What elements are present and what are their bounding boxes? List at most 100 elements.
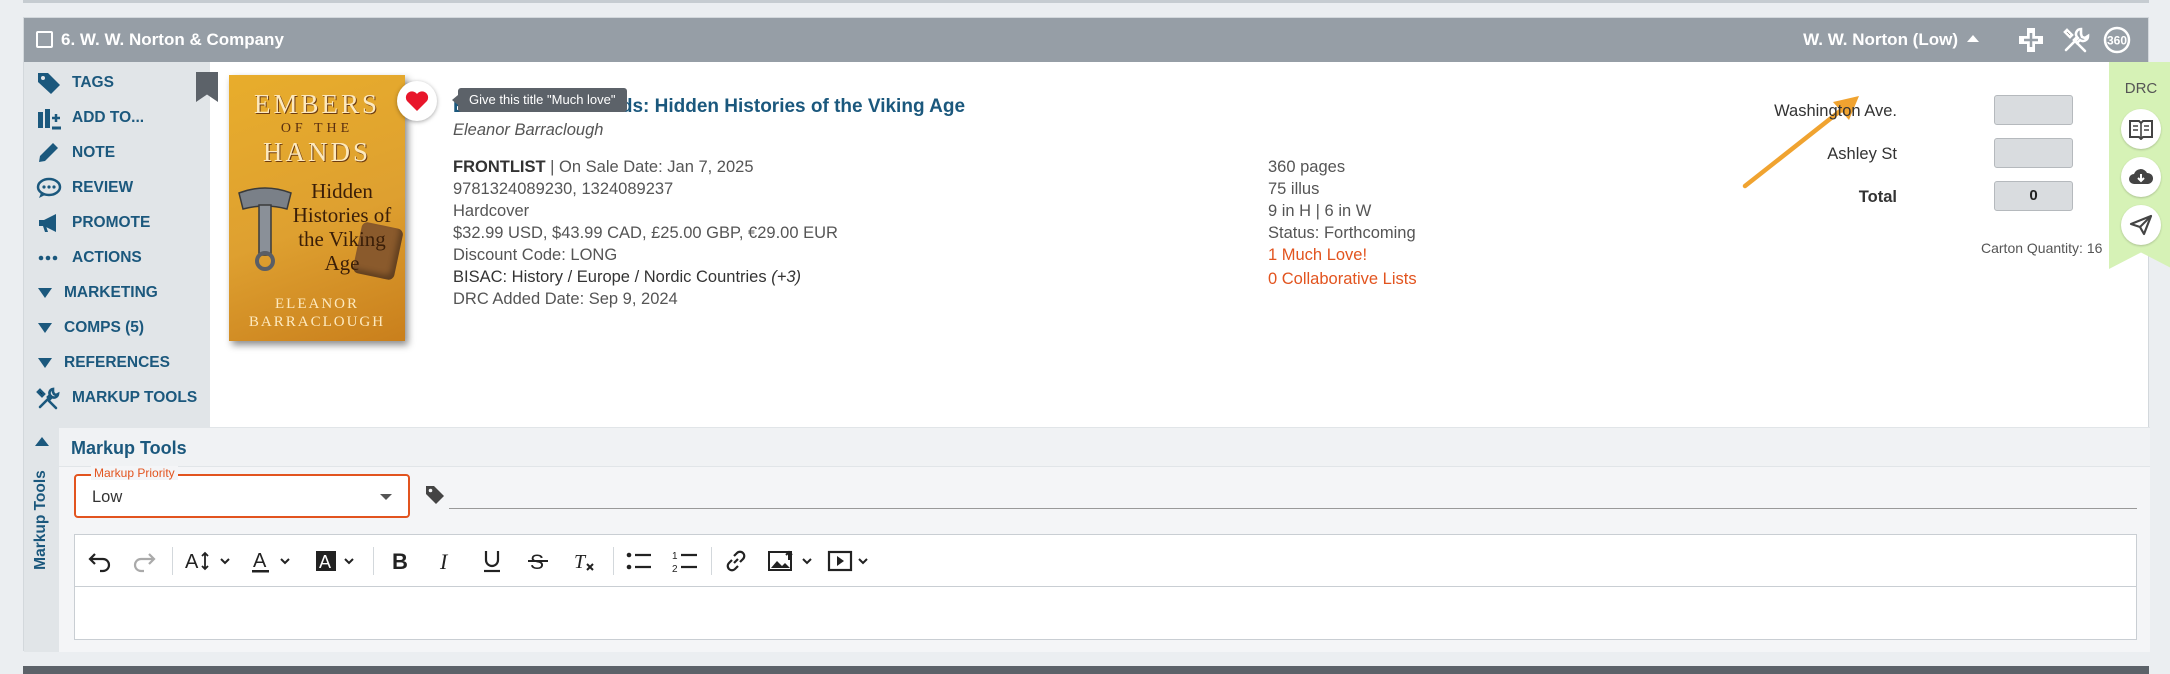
- location-label: Washington Ave.: [1774, 102, 1897, 120]
- book-cover[interactable]: EMBERS OF THE HANDS Hidden Histories of …: [229, 75, 405, 341]
- sidebar-item-label: REFERENCES: [64, 354, 170, 371]
- sidebar-item-comps[interactable]: COMPS (5): [36, 316, 144, 340]
- numbered-list-button[interactable]: 12: [671, 548, 699, 574]
- cover-subtitle: Hidden Histories of the Viking Age: [292, 179, 392, 275]
- sidebar-item-label: REVIEW: [72, 179, 134, 196]
- svg-text:A: A: [319, 552, 331, 572]
- sidebar-item-review[interactable]: REVIEW: [36, 176, 133, 200]
- book-author[interactable]: Eleanor Barraclough: [453, 121, 603, 140]
- sidebar-item-label: TAGS: [72, 74, 114, 91]
- insert-image-button[interactable]: [767, 548, 819, 574]
- drc-label: DRC: [2124, 80, 2158, 97]
- underline-button[interactable]: [479, 548, 505, 574]
- svg-text:A: A: [253, 550, 267, 572]
- sidebar-item-promote[interactable]: PROMOTE: [36, 211, 150, 235]
- markup-priority-select[interactable]: Markup Priority Low: [74, 466, 410, 518]
- sidebar-item-label: PROMOTE: [72, 214, 151, 231]
- dimensions: 9 in H | 6 in W: [1268, 202, 1372, 220]
- next-card-header-edge: [23, 666, 2149, 674]
- sidebar-item-label: NOTE: [72, 144, 116, 161]
- discount-code: Discount Code: LONG: [453, 246, 618, 264]
- strikethrough-icon: S: [528, 551, 548, 574]
- sidebar-item-note[interactable]: NOTE: [36, 141, 115, 165]
- sidebar-item-actions[interactable]: ACTIONS: [36, 246, 142, 270]
- select-checkbox[interactable]: [36, 31, 53, 48]
- redo-button[interactable]: [131, 548, 157, 574]
- link-icon: [726, 550, 746, 572]
- send-drc-button[interactable]: [2121, 205, 2161, 245]
- markup-tags-input[interactable]: [449, 508, 2137, 509]
- clear-format-icon: T: [574, 551, 594, 573]
- pencil-icon: [39, 143, 58, 162]
- markup-tools-header: Markup Tools: [59, 427, 2150, 467]
- sidebar-item-label: COMPS (5): [64, 319, 145, 336]
- font-size-icon: A: [185, 551, 230, 573]
- highlight-color-button[interactable]: A: [315, 548, 361, 574]
- sidebar-item-add-to[interactable]: ADD TO...: [36, 106, 144, 130]
- sidebar-item-references[interactable]: REFERENCES: [36, 351, 170, 375]
- markup-tools-toggle[interactable]: Markup Tools: [24, 427, 59, 652]
- download-drc-button[interactable]: [2121, 157, 2161, 197]
- read-drc-button[interactable]: [2121, 109, 2161, 149]
- markup-priority-value: Low: [92, 488, 123, 506]
- sidebar-item-tags[interactable]: TAGS: [36, 71, 114, 95]
- svg-text:2: 2: [672, 564, 678, 574]
- sidebar-item-label: MARKETING: [64, 284, 158, 301]
- isbn: 9781324089230, 1324089237: [453, 180, 674, 198]
- link-button[interactable]: [723, 548, 749, 574]
- undo-button[interactable]: [87, 548, 113, 574]
- much-love-tooltip: Give this title "Much love": [452, 88, 627, 112]
- much-love-count-link[interactable]: 1 Much Love!: [1268, 244, 1417, 266]
- underline-icon: [484, 551, 500, 573]
- total-value: 0: [1994, 181, 2073, 211]
- markup-tools-vertical-label: Markup Tools: [32, 470, 49, 570]
- svg-text:B: B: [392, 549, 408, 574]
- sidebar-item-label: MARKUP TOOLS: [72, 389, 198, 406]
- svg-text:T: T: [574, 551, 587, 573]
- publication-status: Status: Forthcoming: [1268, 224, 1416, 242]
- sidebar-item-marketing[interactable]: MARKETING: [36, 281, 158, 305]
- illustrations: 75 illus: [1268, 180, 1320, 198]
- strikethrough-button[interactable]: S: [525, 548, 551, 574]
- bisac-more[interactable]: (+3): [771, 268, 801, 286]
- book-details-left: FRONTLIST | On Sale Date: Jan 7, 2025 97…: [453, 156, 838, 310]
- plus-move-icon[interactable]: [2016, 25, 2046, 55]
- qty-input-washington[interactable]: [1994, 95, 2073, 125]
- add-to-icon: [38, 109, 61, 130]
- collapse-up-icon[interactable]: [35, 437, 49, 446]
- on-sale-date: | On Sale Date: Jan 7, 2025: [550, 158, 754, 176]
- card-title: 6. W. W. Norton & Company: [61, 30, 284, 49]
- svg-text:S: S: [530, 551, 544, 574]
- sidebar-item-markup-tools[interactable]: MARKUP TOOLS: [36, 386, 197, 410]
- status-line: FRONTLIST | On Sale Date: Jan 7, 2025: [453, 156, 838, 178]
- bold-button[interactable]: B: [387, 548, 413, 574]
- svg-text:I: I: [439, 549, 449, 574]
- font-size-button[interactable]: A: [185, 548, 235, 574]
- undo-icon: [88, 553, 111, 573]
- editor-content-area[interactable]: [75, 587, 2136, 640]
- italic-icon: I: [439, 549, 449, 574]
- total-label: Total: [1858, 188, 1897, 206]
- font-color-button[interactable]: A: [251, 548, 297, 574]
- bisac-line: BISAC: History / Europe / Nordic Countri…: [453, 266, 838, 288]
- heart-icon: [405, 91, 429, 111]
- font-color-icon: A: [252, 550, 290, 573]
- view-360-icon[interactable]: 360: [2102, 25, 2132, 55]
- redo-icon: [133, 553, 156, 573]
- qty-input-ashley[interactable]: [1994, 138, 2073, 168]
- italic-button[interactable]: I: [433, 548, 459, 574]
- insert-media-button[interactable]: [827, 548, 879, 574]
- previous-card-edge: [23, 0, 2149, 3]
- publisher-filter[interactable]: W. W. Norton (Low): [1803, 30, 1958, 50]
- collapse-caret-icon[interactable]: [1967, 35, 1979, 42]
- book-details-right: 360 pages 75 illus 9 in H | 6 in W Statu…: [1268, 156, 1417, 290]
- triangle-down-icon: [38, 288, 52, 298]
- collaborative-lists-link[interactable]: 0 Collaborative Lists: [1268, 268, 1417, 290]
- much-love-button[interactable]: [397, 81, 437, 121]
- bullet-list-icon: [626, 552, 651, 570]
- bold-icon: B: [392, 549, 408, 574]
- svg-text:360: 360: [2107, 34, 2127, 48]
- clear-format-button[interactable]: T: [571, 548, 597, 574]
- tools-icon[interactable]: [2061, 25, 2091, 55]
- bullet-list-button[interactable]: [625, 548, 653, 574]
